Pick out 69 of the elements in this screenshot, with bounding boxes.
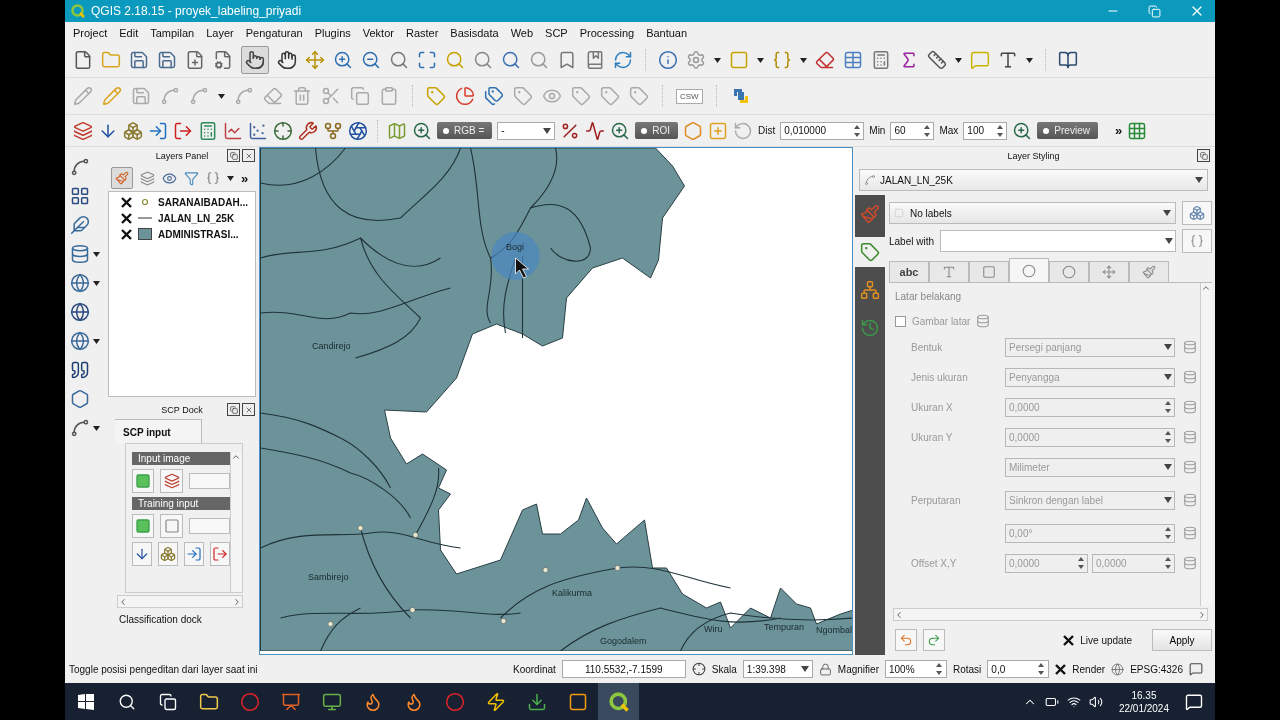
csw-button[interactable]: CSW — [676, 88, 703, 104]
field-label: Offset X,Y — [910, 557, 958, 569]
place-label: Ngombal — [816, 625, 852, 635]
max-label: Max — [939, 125, 959, 136]
rgb-dropdown[interactable]: - — [497, 121, 556, 140]
rgb-toggle[interactable]: RGB = — [437, 122, 493, 139]
roi-toggle[interactable]: ROI — [635, 122, 679, 139]
menu-item[interactable]: Tampilan — [144, 26, 201, 39]
status-message: Toggle posisi pengeditan dari layer saat ini — [69, 663, 259, 675]
field-label: Rotasi — [952, 663, 982, 675]
magnifier-spin-box[interactable]: 100% — [884, 660, 947, 678]
more-button[interactable]: » — [241, 170, 249, 186]
section-title: Latar belakang — [895, 291, 963, 302]
field-label: Ukuran Y — [910, 431, 954, 443]
place-label: Bogi — [506, 242, 524, 252]
menu-item[interactable]: SCP — [539, 26, 574, 39]
menu-item[interactable]: Plugins — [308, 26, 357, 39]
min-label: Min — [869, 125, 886, 136]
clock-time: 16.35 — [1131, 688, 1157, 702]
field-label: Magnifier — [837, 663, 879, 675]
field-label: Bentuk — [910, 341, 944, 353]
min-spin-box[interactable]: 60 — [890, 121, 935, 140]
panel-title: Layers Panel — [155, 151, 209, 161]
tab[interactable]: SCP input — [115, 419, 202, 443]
section-header: Training input — [132, 497, 230, 510]
menu-item[interactable]: Vektor — [356, 26, 400, 39]
field-label: Label with — [889, 235, 935, 247]
menu-item[interactable]: Project — [67, 26, 114, 39]
coordinate-field[interactable]: 110.5532,-7.1599 — [561, 660, 686, 678]
place-label: Gogodalem — [600, 636, 647, 646]
panel-title: SCP Dock — [161, 405, 203, 415]
field-label: Skala — [711, 663, 737, 675]
scale-dropdown[interactable]: 1:39.398 — [742, 660, 813, 678]
clock-date: 22/01/2024 — [1118, 701, 1169, 715]
dock-footer: Classification dock — [119, 614, 257, 625]
field-label: Perputaran — [910, 494, 962, 506]
rotation-spin-box[interactable]: 0,0 — [987, 660, 1050, 678]
menu-item[interactable]: Basisdata — [444, 26, 505, 39]
checkbox-label: Gambar latar — [912, 315, 971, 327]
checkbox-label: Render — [1072, 663, 1106, 675]
dist-spin-box[interactable]: 0,010000 — [780, 121, 865, 140]
menu-item[interactable]: Processing — [573, 26, 641, 39]
place-label: Kalikurma — [552, 588, 592, 598]
dist-label: Dist — [758, 125, 776, 136]
menu-item[interactable]: Pengaturan — [239, 26, 309, 39]
menu-item[interactable]: Edit — [113, 26, 145, 39]
place-label: Candirejo — [312, 341, 351, 351]
window-title: QGIS 2.18.15 - proyek_labeling_priyadi — [91, 4, 302, 18]
preview-toggle[interactable]: Preview — [1037, 122, 1098, 139]
section-header: Input image — [132, 452, 230, 465]
more-button[interactable]: » — [1114, 123, 1123, 138]
panel-title: Layer Styling — [1007, 151, 1060, 161]
place-label: Tempuran — [764, 622, 805, 632]
place-label: Sambirejo — [308, 572, 349, 582]
place-label: Wiru — [704, 624, 723, 634]
menu-item[interactable]: Raster — [399, 26, 445, 39]
menu-item[interactable]: Bantuan — [640, 26, 694, 39]
checkbox-label: Live update — [1080, 634, 1132, 646]
map-canvas[interactable]: Bogi Candirejo Sambirejo Kalikurma Wiru Tempuran Ngombal Gogodalem — [259, 147, 853, 655]
crs-button[interactable]: EPSG:4326 — [1130, 663, 1183, 675]
menu-item[interactable]: Layer — [200, 26, 240, 39]
layer-name[interactable]: JALAN_LN_25K — [158, 212, 235, 224]
menu-item[interactable]: Web — [504, 26, 540, 39]
field-label: Koordinat — [513, 663, 556, 675]
field-label: Jenis ukuran — [910, 371, 969, 383]
layer-name[interactable]: SARANAIBADAH... — [158, 196, 248, 208]
max-spin-box[interactable]: 100 — [963, 121, 1008, 140]
field-label: Ukuran X — [910, 401, 954, 413]
layer-name[interactable]: ADMINISTRASI... — [158, 228, 239, 240]
